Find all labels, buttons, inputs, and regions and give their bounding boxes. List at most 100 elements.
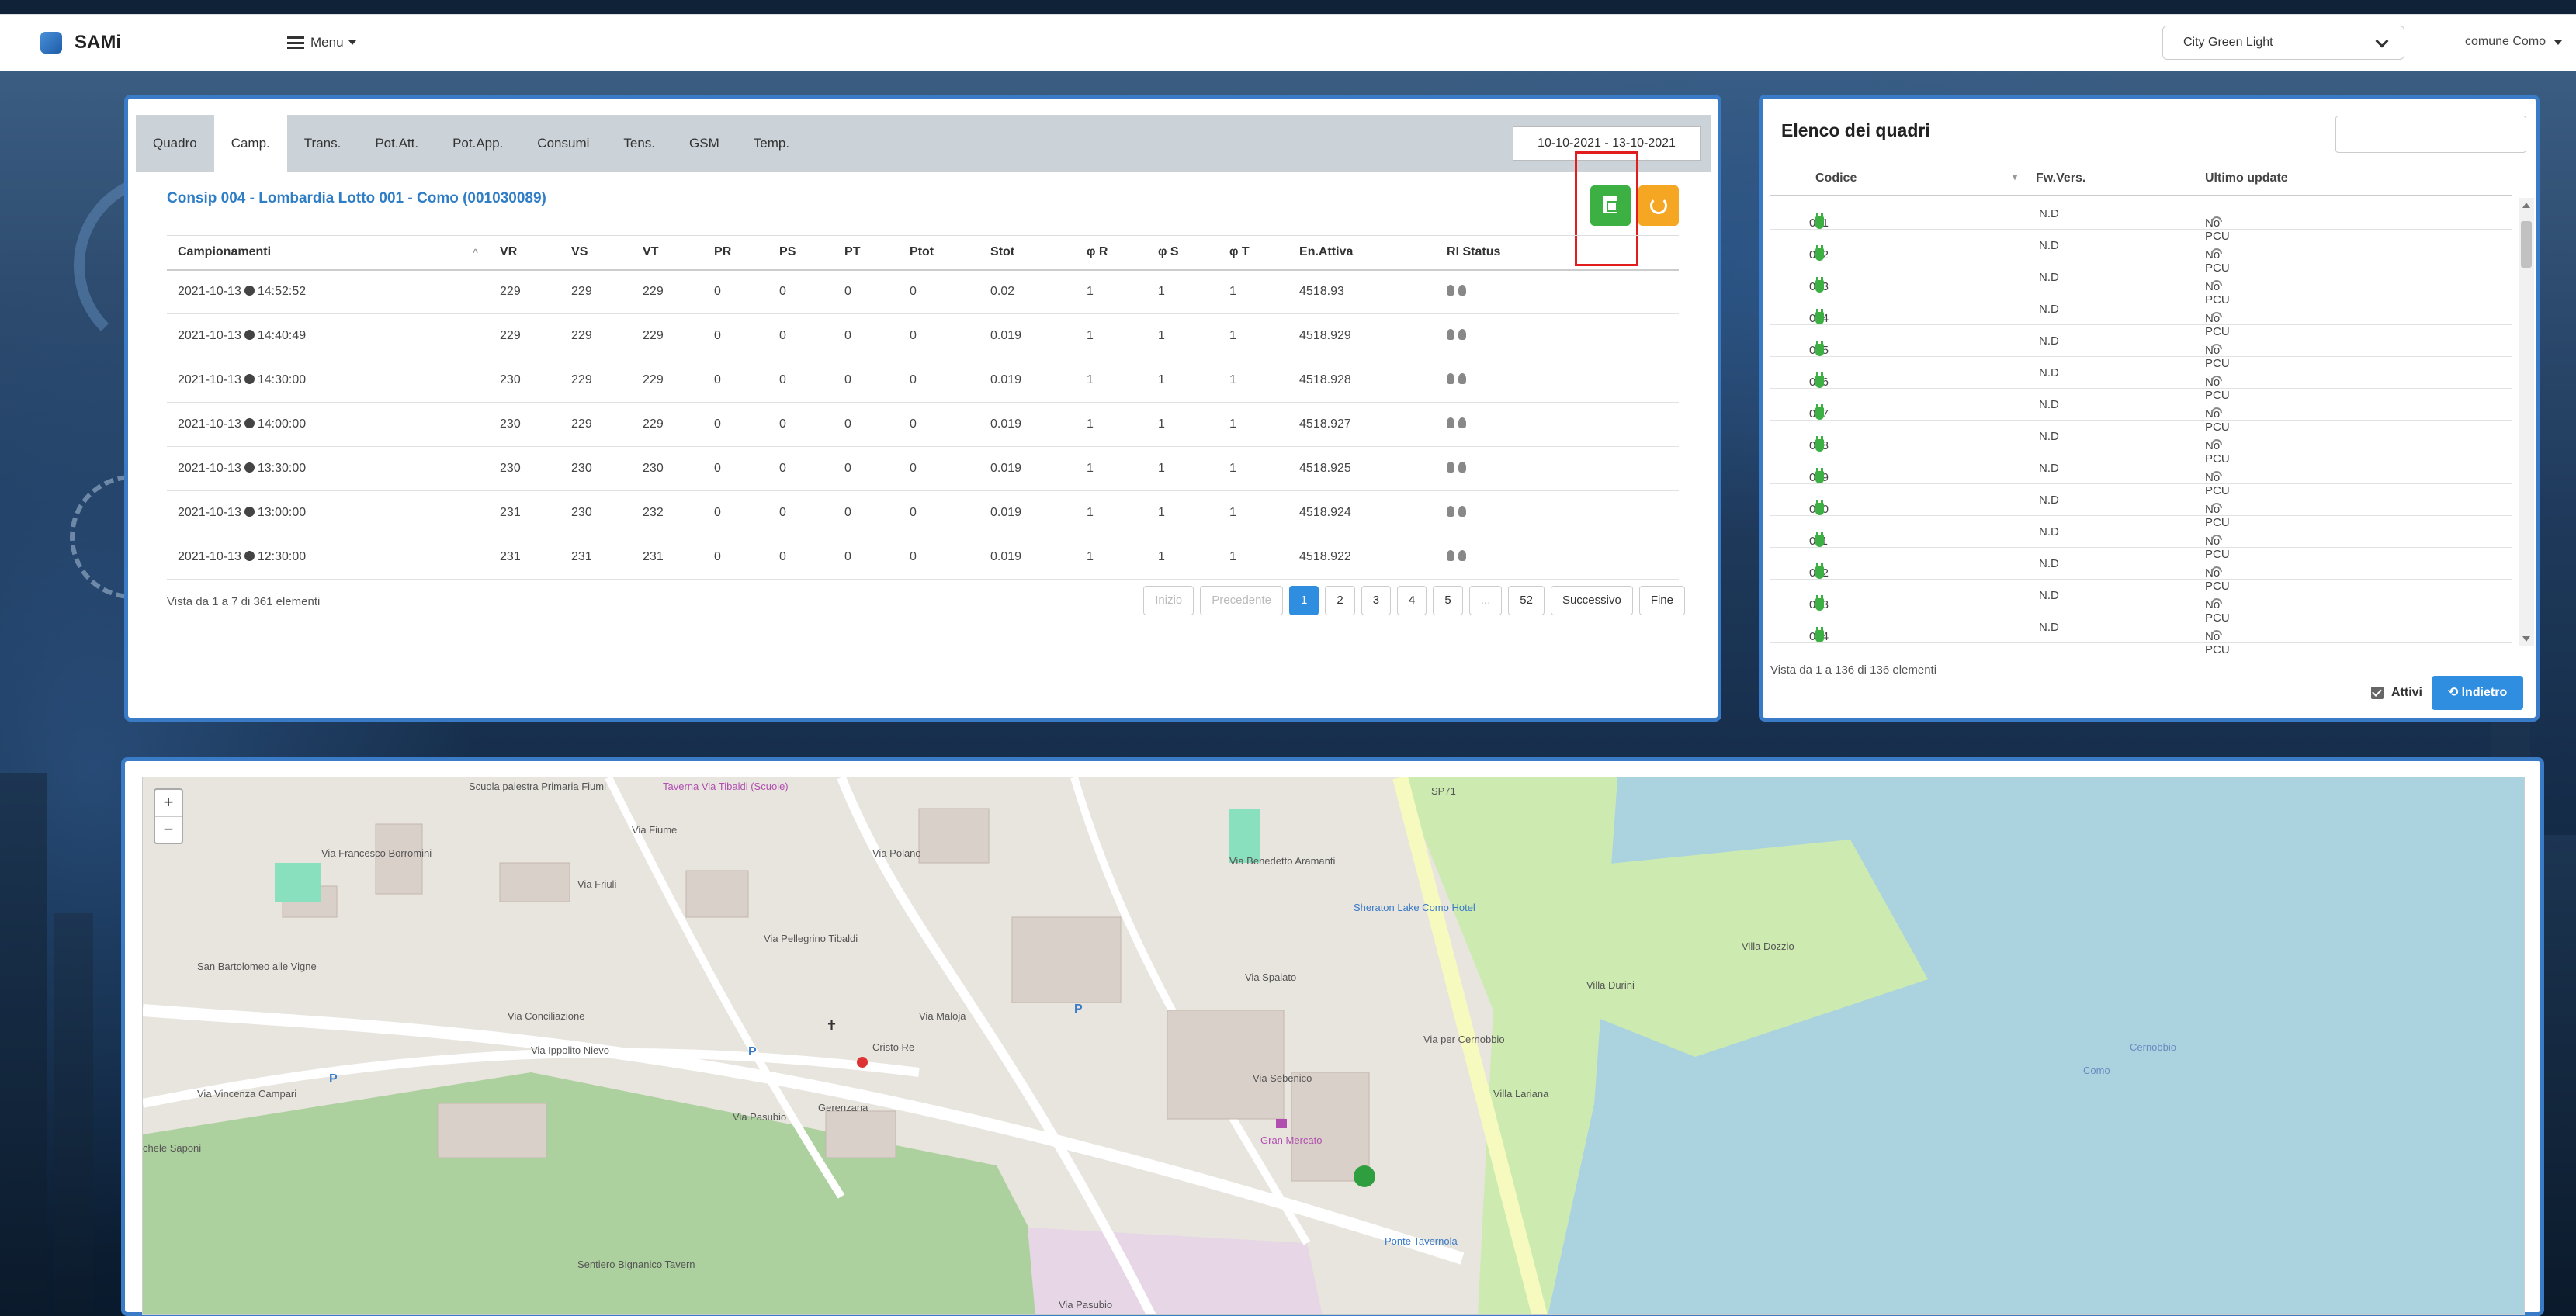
- cell-vt: 229: [632, 402, 704, 447]
- cell-phr: 1: [1076, 535, 1148, 580]
- scroll-up-icon[interactable]: [2522, 203, 2530, 208]
- col-vt[interactable]: VT: [632, 235, 704, 271]
- tab-pot-att[interactable]: Pot.Att.: [358, 115, 435, 172]
- clock-icon: [244, 374, 255, 384]
- col-pt[interactable]: PT: [834, 235, 900, 271]
- page-1-button[interactable]: 1: [1289, 586, 1319, 615]
- page-4-button[interactable]: 4: [1397, 586, 1427, 615]
- list-item[interactable]: 009N.DNo PCU: [1770, 452, 2512, 497]
- col-ri-status[interactable]: RI Status: [1436, 235, 1679, 271]
- list-item[interactable]: 003N.DNo PCU: [1770, 261, 2512, 306]
- col-codice[interactable]: Codice: [1815, 171, 1857, 185]
- scroll-down-icon[interactable]: [2522, 636, 2530, 642]
- list-item[interactable]: 013N.DNo PCU: [1770, 580, 2512, 625]
- col-ps[interactable]: PS: [768, 235, 834, 271]
- col-phi-s[interactable]: φ S: [1147, 235, 1219, 271]
- cell-ps: 0: [768, 269, 834, 314]
- back-button[interactable]: ⟲ Indietro: [2432, 676, 2523, 710]
- col-vr[interactable]: VR: [489, 235, 561, 271]
- tab-temp[interactable]: Temp.: [737, 115, 806, 172]
- list-item[interactable]: 010N.DNo PCU: [1770, 484, 2512, 529]
- group-select[interactable]: City Green Light: [2162, 26, 2404, 60]
- col-stot[interactable]: Stot: [979, 235, 1077, 271]
- list-item[interactable]: 011N.DNo PCU: [1770, 516, 2512, 561]
- col-en-attiva[interactable]: En.Attiva: [1288, 235, 1437, 271]
- tab-gsm[interactable]: GSM: [672, 115, 737, 172]
- cell-pht: 1: [1219, 358, 1289, 403]
- measurements-panel: Quadro Camp. Trans. Pot.Att. Pot.App. Co…: [124, 95, 1721, 722]
- page-3-button[interactable]: 3: [1361, 586, 1392, 615]
- list-item[interactable]: 004N.DNo PCU: [1770, 293, 2512, 338]
- list-item[interactable]: 001N.DNo PCU: [1770, 198, 2512, 243]
- zoom-out-button[interactable]: −: [155, 816, 182, 843]
- tab-trans[interactable]: Trans.: [287, 115, 359, 172]
- map-label: Gran Mercato: [1260, 1134, 1323, 1146]
- list-item[interactable]: 012N.DNo PCU: [1770, 548, 2512, 593]
- list-item[interactable]: 007N.DNo PCU: [1770, 389, 2512, 434]
- cell-ps: 0: [768, 313, 834, 358]
- col-phi-t[interactable]: φ T: [1219, 235, 1289, 271]
- page-52-button[interactable]: 52: [1508, 586, 1545, 615]
- list-item[interactable]: 006N.DNo PCU: [1770, 357, 2512, 402]
- cell-pt: 0: [834, 402, 900, 447]
- page-2-button[interactable]: 2: [1325, 586, 1355, 615]
- map-label: Sheraton Lake Como Hotel: [1354, 902, 1475, 913]
- lamp-icon: [1458, 505, 1467, 517]
- list-item[interactable]: 005N.DNo PCU: [1770, 325, 2512, 370]
- list-item[interactable]: 014N.DNo PCU: [1770, 611, 2512, 656]
- cell-ps: 0: [768, 490, 834, 535]
- page-first-button[interactable]: Inizio: [1143, 586, 1194, 615]
- menu-button[interactable]: Menu: [287, 35, 356, 50]
- caret-down-icon: [348, 40, 356, 45]
- quadro-fw: N.D: [2039, 589, 2059, 602]
- charging-station-icon[interactable]: [1354, 1165, 1375, 1187]
- cell-campionamento: 2021-10-13 14:30:00: [167, 358, 490, 403]
- quadro-fw: N.D: [2039, 271, 2059, 284]
- cell-ps: 0: [768, 402, 834, 447]
- user-menu[interactable]: comune Como: [2465, 35, 2562, 49]
- tab-quadro[interactable]: Quadro: [136, 115, 214, 172]
- chevron-down-icon: [2375, 34, 2389, 48]
- brand-logo-icon: [40, 32, 62, 54]
- plug-icon: [1815, 213, 1824, 229]
- cell-ptot: 0: [899, 269, 980, 314]
- page-next-button[interactable]: Successivo: [1550, 586, 1633, 615]
- map-view[interactable]: + − San Bartolomeo alle Vigne Via Concil…: [142, 777, 2525, 1315]
- tab-consumi[interactable]: Consumi: [520, 115, 606, 172]
- lamp-icon: [1447, 549, 1455, 561]
- brand[interactable]: SAMi: [40, 32, 121, 54]
- cell-stot: 0.019: [979, 313, 1077, 358]
- plug-icon: [1815, 627, 1824, 642]
- scroll-thumb[interactable]: [2521, 221, 2532, 268]
- col-vs[interactable]: VS: [560, 235, 633, 271]
- quadro-fw: N.D: [2039, 557, 2059, 570]
- plug-icon: [1815, 468, 1824, 483]
- cell-pt: 0: [834, 535, 900, 580]
- clock-icon: [244, 462, 255, 473]
- quadri-scrollbar[interactable]: [2519, 198, 2534, 646]
- col-pr[interactable]: PR: [703, 235, 769, 271]
- col-ultimo-update[interactable]: Ultimo update: [2205, 171, 2288, 185]
- cell-pt: 0: [834, 269, 900, 314]
- col-campionamenti[interactable]: Campionamenti ^: [167, 235, 490, 271]
- parking-icon: P: [748, 1045, 757, 1058]
- tab-camp[interactable]: Camp.: [213, 115, 287, 172]
- page-5-button[interactable]: 5: [1433, 586, 1463, 615]
- refresh-button[interactable]: [1638, 185, 1679, 226]
- col-fw-vers[interactable]: Fw.Vers.: [2036, 171, 2085, 185]
- cell-en: 4518.927: [1288, 402, 1437, 447]
- list-item[interactable]: 008N.DNo PCU: [1770, 421, 2512, 466]
- col-phi-r[interactable]: φ R: [1076, 235, 1148, 271]
- attivi-checkbox[interactable]: [2371, 687, 2384, 699]
- table-row: 2021-10-13 14:30:00 230 229 229 0 0 0 0 0.019 1 1 1 4…: [167, 358, 1679, 403]
- page-last-button[interactable]: Fine: [1638, 586, 1685, 615]
- col-ptot[interactable]: Ptot: [899, 235, 980, 271]
- tab-tens[interactable]: Tens.: [606, 115, 672, 172]
- plug-icon: [1815, 245, 1824, 261]
- quadri-header-row: Codice ▾ Fw.Vers. Ultimo update: [1770, 164, 2512, 196]
- quadri-search-input[interactable]: [2335, 116, 2526, 153]
- tab-pot-app[interactable]: Pot.App.: [435, 115, 520, 172]
- page-prev-button[interactable]: Precedente: [1200, 586, 1284, 615]
- zoom-in-button[interactable]: +: [155, 790, 182, 816]
- list-item[interactable]: 002N.DNo PCU: [1770, 230, 2512, 275]
